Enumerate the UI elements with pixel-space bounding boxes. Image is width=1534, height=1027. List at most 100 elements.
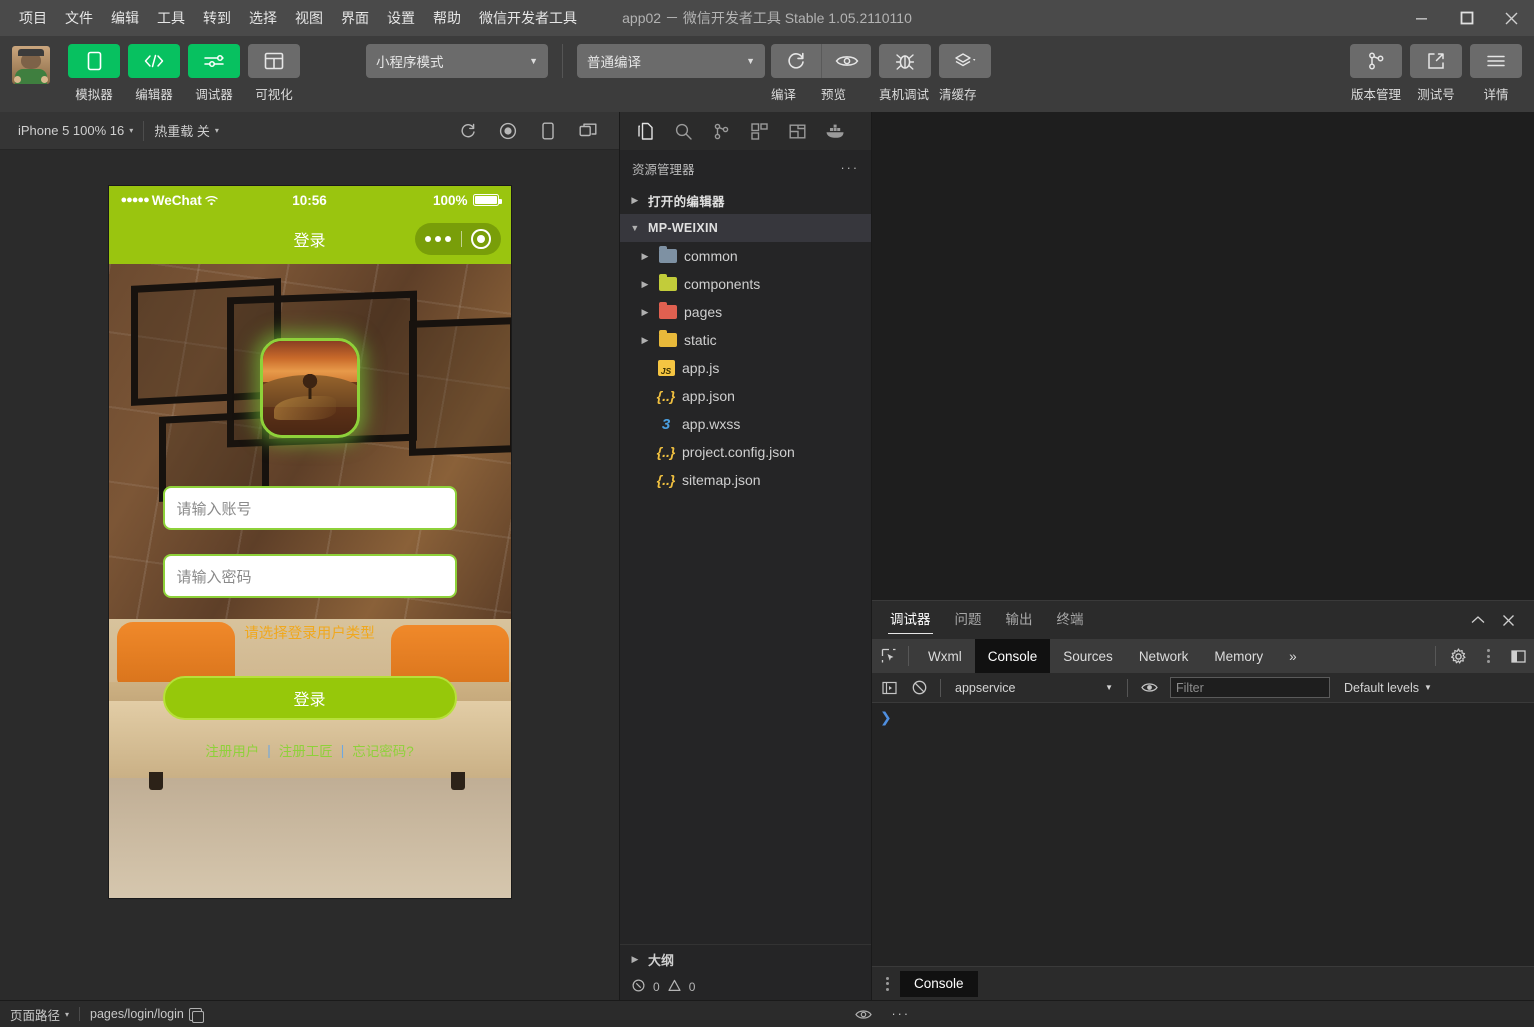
multi-window-icon[interactable] — [575, 118, 601, 144]
kebab-menu-icon[interactable] — [1474, 642, 1502, 670]
tree-item-app-wxss[interactable]: 3 app.wxss — [620, 410, 871, 438]
tree-item-pages[interactable]: ▶ pages — [620, 298, 871, 326]
menu-item-edit[interactable]: 编辑 — [102, 0, 148, 36]
test-account-button[interactable]: 测试号 — [1410, 44, 1462, 103]
console-filter-input[interactable]: Filter — [1170, 677, 1330, 698]
status-more-button[interactable]: ··· — [882, 1001, 921, 1027]
menu-item-view[interactable]: 视图 — [286, 0, 332, 36]
maximize-button[interactable] — [1444, 0, 1489, 36]
tree-item-app-js[interactable]: JS app.js — [620, 354, 871, 382]
menu-item-help[interactable]: 帮助 — [424, 0, 470, 36]
subtab-memory[interactable]: Memory — [1201, 639, 1276, 673]
docker-icon[interactable] — [818, 116, 852, 146]
section-outline[interactable]: ▶ 大纲 — [620, 944, 871, 974]
user-avatar[interactable] — [12, 46, 50, 84]
rotate-device-icon[interactable] — [535, 118, 561, 144]
bug-icon[interactable] — [879, 44, 931, 78]
more-icon[interactable]: ··· — [841, 161, 860, 175]
code-icon[interactable] — [128, 44, 180, 78]
tab-output[interactable]: 输出 — [994, 601, 1045, 639]
console-prompt[interactable]: ❯ — [880, 709, 1526, 726]
version-control-button[interactable]: 版本管理 — [1350, 44, 1402, 103]
page-path-select[interactable]: 页面路径 ▾ — [0, 1001, 79, 1027]
register-craftsman-link[interactable]: 注册工匠 — [279, 740, 333, 760]
problems-summary[interactable]: 0 0 — [620, 974, 871, 1000]
subtab-console[interactable]: Console — [974, 639, 1051, 673]
hot-reload-select[interactable]: 热重载 关 ▾ — [144, 121, 229, 140]
login-button[interactable]: 登录 — [162, 676, 457, 720]
section-mp-weixin[interactable]: ▼ MP-WEIXIN — [620, 214, 871, 242]
source-control-icon[interactable] — [704, 116, 738, 146]
editor-toggle[interactable]: 编辑器 — [128, 44, 180, 103]
mode-select[interactable]: 小程序模式 ▼ — [366, 44, 548, 78]
copy-icon[interactable] — [188, 1007, 205, 1023]
tab-terminal[interactable]: 终端 — [1045, 601, 1096, 639]
close-button[interactable] — [1489, 0, 1534, 36]
gear-icon[interactable] — [1444, 642, 1472, 670]
tree-item-app-json[interactable]: {..} app.json — [620, 382, 871, 410]
external-link-icon[interactable] — [1410, 44, 1462, 78]
target-icon[interactable] — [471, 229, 491, 249]
layout-panel-icon[interactable] — [780, 116, 814, 146]
record-icon[interactable] — [495, 118, 521, 144]
menu-item-file[interactable]: 文件 — [56, 0, 102, 36]
subtab-wxml[interactable]: Wxml — [915, 639, 975, 673]
forgot-password-link[interactable]: 忘记密码? — [352, 740, 414, 760]
wechat-capsule-button[interactable] — [414, 223, 501, 255]
extensions-icon[interactable] — [742, 116, 776, 146]
menu-item-devtools[interactable]: 微信开发者工具 — [470, 0, 586, 36]
subtab-network[interactable]: Network — [1126, 639, 1202, 673]
more-dots-icon[interactable] — [415, 236, 461, 242]
register-user-link[interactable]: 注册用户 — [205, 740, 259, 760]
user-type-hint[interactable]: 请选择登录用户类型 — [163, 622, 457, 643]
live-expression-icon[interactable] — [1136, 676, 1162, 700]
menu-item-tools[interactable]: 工具 — [148, 0, 194, 36]
debugger-toggle[interactable]: 调试器 — [188, 44, 240, 103]
tree-item-static[interactable]: ▶ static — [620, 326, 871, 354]
hamburger-icon[interactable] — [1470, 44, 1522, 78]
tab-problems[interactable]: 问题 — [943, 601, 994, 639]
editor-area[interactable] — [872, 112, 1534, 600]
refresh-icon[interactable] — [771, 44, 821, 78]
menu-item-interface[interactable]: 界面 — [332, 0, 378, 36]
files-icon[interactable] — [628, 116, 662, 146]
simulator-toggle[interactable]: 模拟器 — [68, 44, 120, 103]
console-output[interactable]: ❯ — [872, 703, 1534, 966]
console-context-select[interactable]: appservice ▼ — [949, 677, 1119, 699]
sliders-icon[interactable] — [188, 44, 240, 78]
status-eye-button[interactable] — [845, 1001, 882, 1027]
clear-console-icon[interactable] — [906, 676, 932, 700]
minimize-button[interactable] — [1399, 0, 1444, 36]
inspect-element-icon[interactable] — [876, 644, 902, 668]
menu-item-goto[interactable]: 转到 — [194, 0, 240, 36]
account-input[interactable]: 请输入账号 — [162, 486, 457, 530]
tree-item-sitemap-json[interactable]: {..} sitemap.json — [620, 466, 871, 494]
subtab-sources[interactable]: Sources — [1050, 639, 1126, 673]
git-branch-icon[interactable] — [1350, 44, 1402, 78]
visualization-toggle[interactable]: 可视化 — [248, 44, 300, 103]
device-select[interactable]: iPhone 5 100% 16 ▾ — [8, 123, 143, 138]
console-levels-select[interactable]: Default levels ▼ — [1344, 681, 1432, 695]
layout-icon[interactable] — [248, 44, 300, 78]
kebab-menu-icon[interactable] — [878, 976, 896, 991]
subtab-overflow[interactable]: » — [1276, 639, 1310, 673]
tree-item-project-config-json[interactable]: {..} project.config.json — [620, 438, 871, 466]
menu-item-select[interactable]: 选择 — [240, 0, 286, 36]
tab-debugger[interactable]: 调试器 — [878, 601, 943, 639]
page-path-value-group[interactable]: pages/login/login — [80, 1001, 212, 1027]
refresh-icon[interactable] — [455, 118, 481, 144]
console-sidebar-icon[interactable] — [876, 676, 902, 700]
search-icon[interactable] — [666, 116, 700, 146]
section-open-editors[interactable]: ▶ 打开的编辑器 — [620, 186, 871, 214]
details-button[interactable]: 详情 — [1470, 44, 1522, 103]
tree-item-components[interactable]: ▶ components — [620, 270, 871, 298]
compile-mode-select[interactable]: 普通编译 ▼ — [577, 44, 765, 78]
close-icon[interactable] — [1494, 606, 1522, 634]
layers-icon[interactable] — [939, 44, 991, 78]
dock-icon[interactable] — [1504, 642, 1532, 670]
chevron-up-icon[interactable] — [1464, 606, 1492, 634]
menu-item-settings[interactable]: 设置 — [378, 0, 424, 36]
tree-item-common[interactable]: ▶ common — [620, 242, 871, 270]
phone-icon[interactable] — [68, 44, 120, 78]
footer-tab-console[interactable]: Console — [900, 970, 978, 997]
